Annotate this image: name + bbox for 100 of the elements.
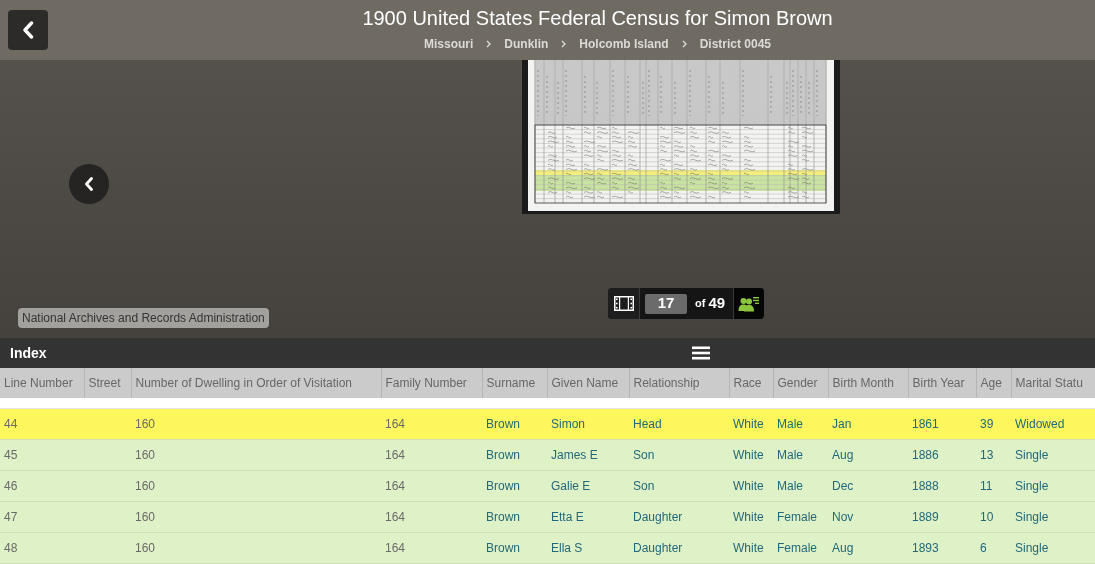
table-cell: 164	[381, 532, 482, 563]
table-cell: 1893	[908, 532, 976, 563]
table-cell: Single	[1011, 532, 1095, 563]
column-header[interactable]: Line Number	[0, 368, 84, 398]
table-cell: White	[729, 408, 773, 439]
table-cell: Son	[629, 439, 729, 470]
people-icon	[738, 295, 761, 312]
table-cell: Brown	[482, 439, 547, 470]
table-cell: Widowed	[1011, 408, 1095, 439]
table-cell: 1861	[908, 408, 976, 439]
table-cell: 47	[0, 501, 84, 532]
column-header[interactable]: Given Name	[547, 368, 629, 398]
table-cell: Single	[1011, 439, 1095, 470]
source-label: National Archives and Records Administration	[18, 308, 269, 328]
table-cell: 1888	[908, 470, 976, 501]
table-cell: Aug	[828, 439, 908, 470]
column-header[interactable]: Birth Year	[908, 368, 976, 398]
table-row[interactable]: 47 160 164 Brown Etta E Daughter White Female Nov 1889 10 Single	[0, 501, 1095, 532]
breadcrumb-link[interactable]: Dunklin	[504, 36, 549, 52]
table-cell: Female	[773, 501, 828, 532]
table-cell: 164	[381, 470, 482, 501]
table-cell: Simon	[547, 408, 629, 439]
back-button[interactable]	[8, 10, 48, 50]
table-cell: Single	[1011, 501, 1095, 532]
chevron-right-icon	[561, 40, 567, 48]
column-header[interactable]: Birth Month	[828, 368, 908, 398]
breadcrumb-link[interactable]: Missouri	[423, 36, 474, 52]
table-cell: 46	[0, 470, 84, 501]
column-header[interactable]: Age	[976, 368, 1011, 398]
page-number-field[interactable]: 17	[645, 293, 687, 314]
table-cell: Etta E	[547, 501, 629, 532]
table-cell: Brown	[482, 408, 547, 439]
table-cell: 13	[976, 439, 1011, 470]
table-cell: 160	[131, 439, 381, 470]
table-cell: 45	[0, 439, 84, 470]
column-header[interactable]: Relationship	[629, 368, 729, 398]
table-cell: Male	[773, 408, 828, 439]
table-cell: 160	[131, 408, 381, 439]
table-cell: 39	[976, 408, 1011, 439]
table-cell: White	[729, 532, 773, 563]
table-cell: 164	[381, 439, 482, 470]
table-cell: Female	[773, 532, 828, 563]
breadcrumb-link[interactable]: Holcomb Island	[579, 36, 669, 52]
filmstrip-icon	[613, 296, 634, 311]
table-cell: Dec	[828, 470, 908, 501]
table-cell: James E	[547, 439, 629, 470]
table-cell: Male	[773, 439, 828, 470]
table-cell: Daughter	[629, 501, 729, 532]
table-cell: Nov	[828, 501, 908, 532]
column-header[interactable]: Surname	[482, 368, 547, 398]
table-cell: Son	[629, 470, 729, 501]
column-header[interactable]: Marital Statu	[1011, 368, 1095, 398]
page-title: 1900 United States Federal Census for Simon Brown	[362, 6, 833, 30]
table-cell: 44	[0, 408, 84, 439]
table-cell: 1886	[908, 439, 976, 470]
column-header[interactable]: Number of Dwelling in Order of Visitation	[131, 368, 381, 398]
table-cell: 10	[976, 501, 1011, 532]
filmstrip-button[interactable]	[608, 288, 640, 319]
column-header[interactable]: Street	[84, 368, 131, 398]
table-row[interactable]: 48 160 164 Brown Ella S Daughter White Female Aug 1893 6 Single	[0, 532, 1095, 563]
index-title: Index	[10, 343, 47, 363]
menu-icon[interactable]	[692, 346, 710, 360]
table-row[interactable]: 46 160 164 Brown Galie E Son White Male Dec 1888 11 Single	[0, 470, 1095, 501]
chevron-right-icon	[681, 40, 687, 48]
table-cell: Daughter	[629, 532, 729, 563]
table-cell: Jan	[828, 408, 908, 439]
table-cell: 160	[131, 501, 381, 532]
of-label: of	[695, 296, 706, 312]
column-header[interactable]: Family Number	[381, 368, 482, 398]
table-cell: White	[729, 501, 773, 532]
column-header[interactable]: Gender	[773, 368, 828, 398]
table-cell: 1889	[908, 501, 976, 532]
breadcrumb-link[interactable]: District 0045	[699, 36, 772, 52]
table-row[interactable]: 44 160 164 Brown Simon Head White Male Jan 1861 39 Widowed	[0, 408, 1095, 439]
table-cell: 164	[381, 408, 482, 439]
table-cell: 11	[976, 470, 1011, 501]
table-row[interactable]: 45 160 164 Brown James E Son White Male Aug 1886 13 Single	[0, 439, 1095, 470]
table-cell: Brown	[482, 501, 547, 532]
table-cell: 164	[381, 501, 482, 532]
table-cell: 6	[976, 532, 1011, 563]
people-button[interactable]	[734, 288, 765, 319]
table-cell: 160	[131, 470, 381, 501]
table-cell: White	[729, 470, 773, 501]
column-header[interactable]: Race	[729, 368, 773, 398]
table-cell: Single	[1011, 470, 1095, 501]
chevron-right-icon	[486, 40, 492, 48]
table-cell: White	[729, 439, 773, 470]
table-cell: Aug	[828, 532, 908, 563]
chevron-left-icon	[22, 21, 34, 39]
table-cell: Head	[629, 408, 729, 439]
total-pages-label: 49	[708, 293, 726, 314]
previous-image-button[interactable]	[69, 164, 109, 204]
chevron-left-icon	[84, 177, 94, 191]
table-cell: Brown	[482, 532, 547, 563]
table-cell: Male	[773, 470, 828, 501]
table-cell: Galie E	[547, 470, 629, 501]
table-cell: Ella S	[547, 532, 629, 563]
table-cell: Brown	[482, 470, 547, 501]
table-cell: 48	[0, 532, 84, 563]
table-cell: 160	[131, 532, 381, 563]
